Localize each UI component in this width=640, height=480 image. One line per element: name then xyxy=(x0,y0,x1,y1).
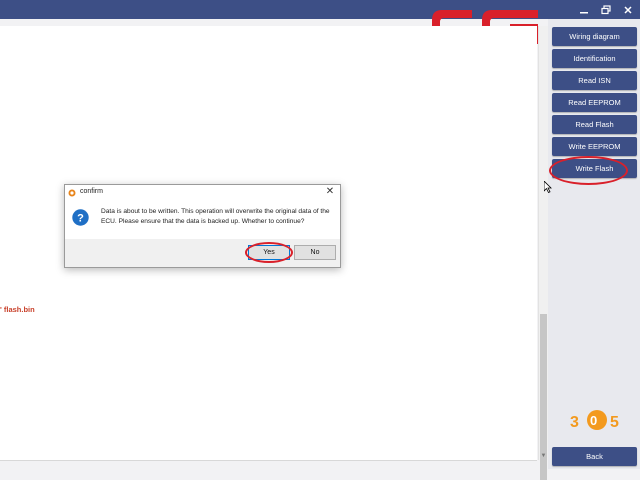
dialog-close-icon[interactable]: ✕ xyxy=(325,187,335,197)
title-bar xyxy=(0,0,640,19)
dialog-title: confirm xyxy=(80,188,103,195)
scroll-down-arrow-icon[interactable]: ▼ xyxy=(539,452,548,460)
back-button[interactable]: Back xyxy=(552,447,637,466)
mouse-cursor-icon xyxy=(543,180,552,194)
no-button[interactable]: No xyxy=(294,245,336,260)
read-isn-button[interactable]: Read ISN xyxy=(552,71,637,90)
question-icon: ? xyxy=(72,209,89,226)
svg-text:?: ? xyxy=(77,213,84,225)
wiring-diagram-button[interactable]: Wiring diagram xyxy=(552,27,637,46)
svg-text:5: 5 xyxy=(610,414,619,431)
yes-highlight-ring xyxy=(245,242,293,263)
dialog-message: Data is about to be written. This operat… xyxy=(101,208,330,225)
svg-text:0: 0 xyxy=(590,413,597,428)
confirm-dialog: confirm ✕ ? Data is about to be written.… xyxy=(64,184,341,268)
watermark-logo: 3 0 5 xyxy=(566,408,630,438)
write-flash-highlight-ring xyxy=(549,156,628,185)
vertical-scrollbar[interactable]: ▼ xyxy=(538,26,548,480)
svg-text:3: 3 xyxy=(570,414,579,431)
window-controls xyxy=(578,0,634,19)
identification-button[interactable]: Identification xyxy=(552,49,637,68)
read-flash-button[interactable]: Read Flash xyxy=(552,115,637,134)
restore-icon[interactable] xyxy=(600,4,612,16)
close-icon[interactable] xyxy=(622,4,634,16)
file-name-label: ' flash.bin xyxy=(0,305,35,314)
minimize-icon[interactable] xyxy=(578,4,590,16)
app-icon xyxy=(68,189,76,197)
write-eeprom-button[interactable]: Write EEPROM xyxy=(552,137,637,156)
read-eeprom-button[interactable]: Read EEPROM xyxy=(552,93,637,112)
dialog-title-bar: confirm ✕ xyxy=(65,185,340,201)
